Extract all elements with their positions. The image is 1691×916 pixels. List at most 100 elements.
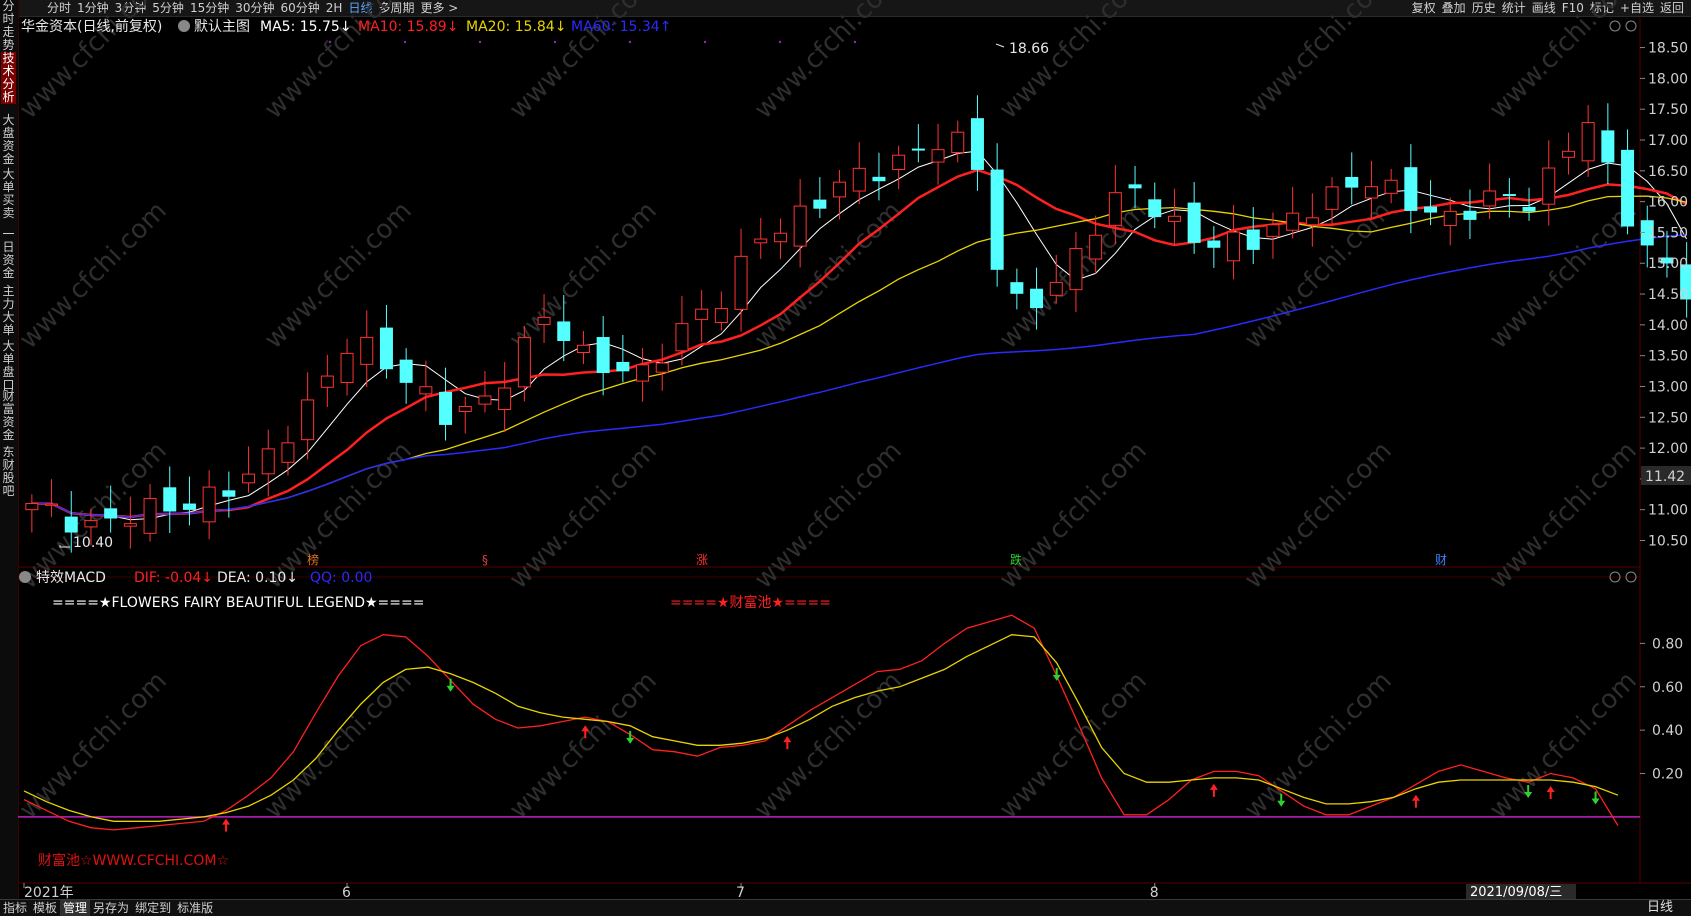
candle-body [340,352,354,384]
candle-body [478,395,492,405]
watermark-text: www.cfchi.com [749,436,908,595]
candle-body [675,323,689,352]
ma10-label: MA10: 15.89↓ [358,19,458,35]
bottom-tab-3[interactable]: 另存为 [90,900,132,916]
top-dot [853,40,857,44]
macd-tick-label: 0.80 [1652,636,1683,652]
price-tick-label: 17.50 [1648,102,1688,118]
candle-body [636,364,650,382]
watermark-text: www.cfchi.com [504,666,663,825]
template-label: 默认主图 [194,19,250,35]
watermark-text: www.cfchi.com [749,196,908,355]
candle-body [734,255,748,310]
watermark-text: www.cfchi.com [14,666,173,825]
bottom-tab-5[interactable]: 标准版 [174,900,216,916]
candle-body [892,154,906,171]
dif-line [23,614,1619,831]
candle-body [281,442,295,463]
golden-cross-arrow [1546,786,1555,800]
price-tick-label: 17.00 [1648,133,1688,149]
dea-line [23,634,1619,822]
candle-body [1128,184,1142,189]
settings-icon[interactable] [1609,20,1621,32]
price-tick-label: 16.50 [1648,164,1688,180]
candle-body [1246,229,1260,250]
current-price-box: 11.42 [1641,466,1691,485]
event-marker: 财 [1435,553,1447,567]
candle-body [754,238,768,244]
candle-body [202,486,216,523]
macd-tick-label: 0.40 [1652,723,1683,739]
candle-body [1364,186,1378,199]
watermark-text: www.cfchi.com [749,0,908,125]
candle-body [1601,130,1615,163]
sub-header: 特效MACD DIF: -0.04↓ DEA: 0.10↓ QQ: 0.00 =… [19,570,1637,869]
candle-body [931,149,945,163]
candle-body [1010,282,1024,294]
candle-body [458,405,472,412]
candle-body [379,327,393,370]
death-cross-arrow [446,678,455,692]
bottom-tab-1[interactable]: 模板 [30,900,60,916]
candle-body [833,181,847,198]
candle-body [143,497,157,534]
indicator-tabs: 指标 模板 管理 另存为 绑定到 标准版 [0,900,216,916]
ma5-label: MA5: 15.75↓ [260,19,352,35]
candle-body [1089,234,1103,260]
watermark-text: www.cfchi.com [504,436,663,595]
candle-body [596,337,610,374]
candle-body [1463,210,1477,220]
stock-title: 华金资本(日线,前复权) [21,18,162,35]
site-watermark-text: 财富池☆WWW.CFCHI.COM☆ [38,852,229,869]
price-tick-label: 11.00 [1648,503,1688,519]
pool-text: ====★财富池★==== [670,594,831,611]
top-dot [628,40,632,44]
event-marker: 榜 [307,552,319,567]
candle-body [1424,206,1438,213]
period-label: 日线 [1646,900,1673,915]
candle-body [1384,179,1398,194]
candle-body [1148,199,1162,218]
date-box: 2021/09/08/三 [1466,884,1576,900]
candle-body [84,520,98,528]
candle-body [1561,150,1575,158]
candle-body [951,131,965,154]
candle-body [1542,167,1556,205]
candle-body [45,503,59,506]
stock-chart[interactable]: www.cfchi.com www.cfchi.com www.cfchi.com w… [0,0,1691,915]
price-tick-label: 16.00 [1648,195,1688,211]
golden-cross-arrow [222,818,231,832]
candle-body [1108,192,1122,226]
candle-body [911,148,925,151]
event-marker: § [482,553,488,567]
price-tick-label: 10.50 [1648,534,1688,550]
candle-body [163,487,177,512]
event-marker: 跌 [1010,552,1022,567]
candle-body [242,473,256,484]
high-price-label: 18.66 [1009,41,1049,57]
top-dot [328,40,332,44]
template-menu-icon[interactable] [178,20,190,32]
candle-body [576,344,590,354]
bottom-tab-2[interactable]: 管理 [60,900,91,916]
info-icon[interactable] [1625,20,1637,32]
qq-label: QQ: 0.00 [310,570,372,586]
candle-body [1483,190,1497,207]
candle-body [1227,231,1241,262]
candle-body [813,199,827,209]
candle-body [852,167,866,192]
watermark-text: www.cfchi.com [1484,196,1643,355]
candle-body [25,503,39,511]
indicator-menu-icon[interactable] [19,571,31,583]
bottom-tab-4[interactable]: 绑定到 [132,900,174,916]
candle-body [399,359,413,383]
candle-body [793,205,807,247]
top-dot [703,40,707,44]
watermark-text: www.cfchi.com [259,196,418,355]
macd-tick-label: 0.20 [1652,767,1683,783]
candle-body [695,308,709,320]
bottom-tab-0[interactable]: 指标 [0,900,30,916]
candle-body [320,375,334,388]
candle-body [1266,224,1280,237]
candle-body [616,361,630,372]
